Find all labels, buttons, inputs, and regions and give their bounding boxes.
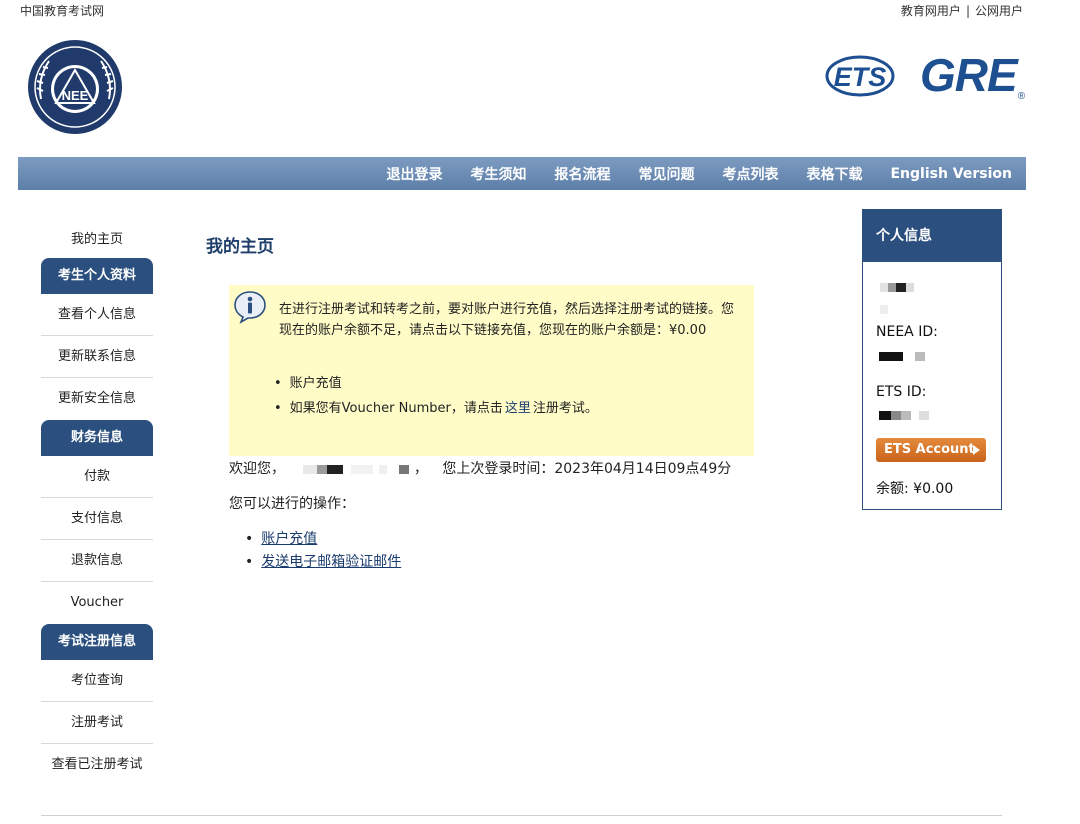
neea-id-label: NEEA ID: xyxy=(876,324,938,340)
ets-account-button[interactable]: ETS Account xyxy=(876,438,986,462)
arrow-right-icon xyxy=(973,445,980,455)
ets-logo: ETS xyxy=(825,55,895,97)
nav-form-downloads[interactable]: 表格下载 xyxy=(806,164,862,184)
sidebar-item-register-exam[interactable]: 注册考试 xyxy=(41,702,153,744)
info-icon xyxy=(234,291,266,324)
redacted-neea-id xyxy=(879,349,925,364)
registered-mark: ® xyxy=(1017,91,1025,102)
nav-logout[interactable]: 退出登录 xyxy=(386,164,442,184)
page-title: 我的主页 xyxy=(206,237,274,257)
sidebar-item-seat-query[interactable]: 考位查询 xyxy=(41,660,153,702)
welcome-label: 欢迎您， xyxy=(229,461,285,477)
sidebar-section-finance: 财务信息 xyxy=(41,420,153,456)
account-balance: 余额: ¥0.00 xyxy=(876,481,954,497)
user-type-links: 教育网用户 | 公网用户 xyxy=(901,2,1023,19)
welcome-comma: ， xyxy=(413,461,428,477)
sidebar: 我的主页 考生个人资料 查看个人信息 更新联系信息 更新安全信息 财务信息 付款… xyxy=(41,220,153,786)
actions-list: 账户充值 发送电子邮箱验证邮件 xyxy=(245,528,401,574)
sidebar-item-refund-info[interactable]: 退款信息 xyxy=(41,540,153,582)
notice-text: 在进行注册考试和转考之前，要对账户进行充值，然后选择注册考试的链接。您现在的账户… xyxy=(279,302,735,338)
nav-test-center-list[interactable]: 考点列表 xyxy=(722,164,778,184)
ets-id-label: ETS ID: xyxy=(876,384,927,400)
sidebar-item-view-info[interactable]: 查看个人信息 xyxy=(41,294,153,336)
gre-logo-text: GRE xyxy=(920,49,1018,101)
voucher-here-link[interactable]: 这里 xyxy=(505,401,531,416)
notice-voucher-suffix: 注册考试。 xyxy=(532,401,598,416)
separator: | xyxy=(965,4,970,18)
redacted-user-name xyxy=(880,280,914,295)
sidebar-item-payment[interactable]: 付款 xyxy=(41,456,153,498)
neea-logo: NEE xyxy=(28,40,122,134)
redacted-ets-id xyxy=(879,408,929,423)
redacted-name xyxy=(289,461,413,477)
balance-notice: 在进行注册考试和转考之前，要对账户进行充值，然后选择注册考试的链接。您现在的账户… xyxy=(229,285,754,456)
sidebar-section-profile: 考生个人资料 xyxy=(41,258,153,294)
sidebar-item-payment-info[interactable]: 支付信息 xyxy=(41,498,153,540)
nav-registration-process[interactable]: 报名流程 xyxy=(554,164,610,184)
sidebar-item-voucher[interactable]: Voucher xyxy=(41,582,153,624)
list-item: 发送电子邮箱验证邮件 xyxy=(245,551,401,574)
list-item: 账户充值 xyxy=(245,528,401,551)
edu-user-link[interactable]: 教育网用户 xyxy=(901,4,961,18)
last-login-time: 您上次登录时间：2023年04月14日09点49分 xyxy=(442,461,732,477)
redacted-user-name-2 xyxy=(880,302,888,317)
welcome-line: 欢迎您， ， 您上次登录时间：2023年04月14日09点49分 xyxy=(229,458,731,478)
nav-faq[interactable]: 常见问题 xyxy=(638,164,694,184)
ets-account-button-label: ETS Account xyxy=(884,442,975,457)
available-actions-label: 您可以进行的操作： xyxy=(229,496,355,512)
gre-logo: GRE® xyxy=(920,48,1025,102)
footer-divider xyxy=(41,815,1002,816)
ets-logo-text: ETS xyxy=(834,62,887,92)
neea-logo-text: NEE xyxy=(62,88,89,103)
notice-list: 账户充值 如果您有Voucher Number，请点击这里注册考试。 xyxy=(274,371,598,421)
notice-item-voucher: 如果您有Voucher Number，请点击这里注册考试。 xyxy=(274,396,598,421)
send-email-verification-link[interactable]: 发送电子邮箱验证邮件 xyxy=(261,554,401,570)
nav-candidate-notice[interactable]: 考生须知 xyxy=(470,164,526,184)
main-navbar: 退出登录 考生须知 报名流程 常见问题 考点列表 表格下载 English Ve… xyxy=(18,157,1026,190)
site-name[interactable]: 中国教育考试网 xyxy=(20,2,104,19)
notice-voucher-text: 如果您有Voucher Number，请点击 xyxy=(289,401,503,416)
nav-english-version[interactable]: English Version xyxy=(890,166,1012,182)
sidebar-item-update-contact[interactable]: 更新联系信息 xyxy=(41,336,153,378)
personal-info-title: 个人信息 xyxy=(863,210,1001,262)
sidebar-item-home[interactable]: 我的主页 xyxy=(41,220,153,258)
notice-item-recharge: 账户充值 xyxy=(274,371,598,396)
sidebar-item-update-security[interactable]: 更新安全信息 xyxy=(41,378,153,420)
sidebar-item-view-registered[interactable]: 查看已注册考试 xyxy=(41,744,153,786)
personal-info-panel: 个人信息 NEEA ID: ETS ID: ETS Account 余额: ¥0… xyxy=(862,209,1002,510)
public-user-link[interactable]: 公网用户 xyxy=(975,4,1023,18)
recharge-account-link[interactable]: 账户充值 xyxy=(261,531,317,547)
sidebar-section-exam: 考试注册信息 xyxy=(41,624,153,660)
